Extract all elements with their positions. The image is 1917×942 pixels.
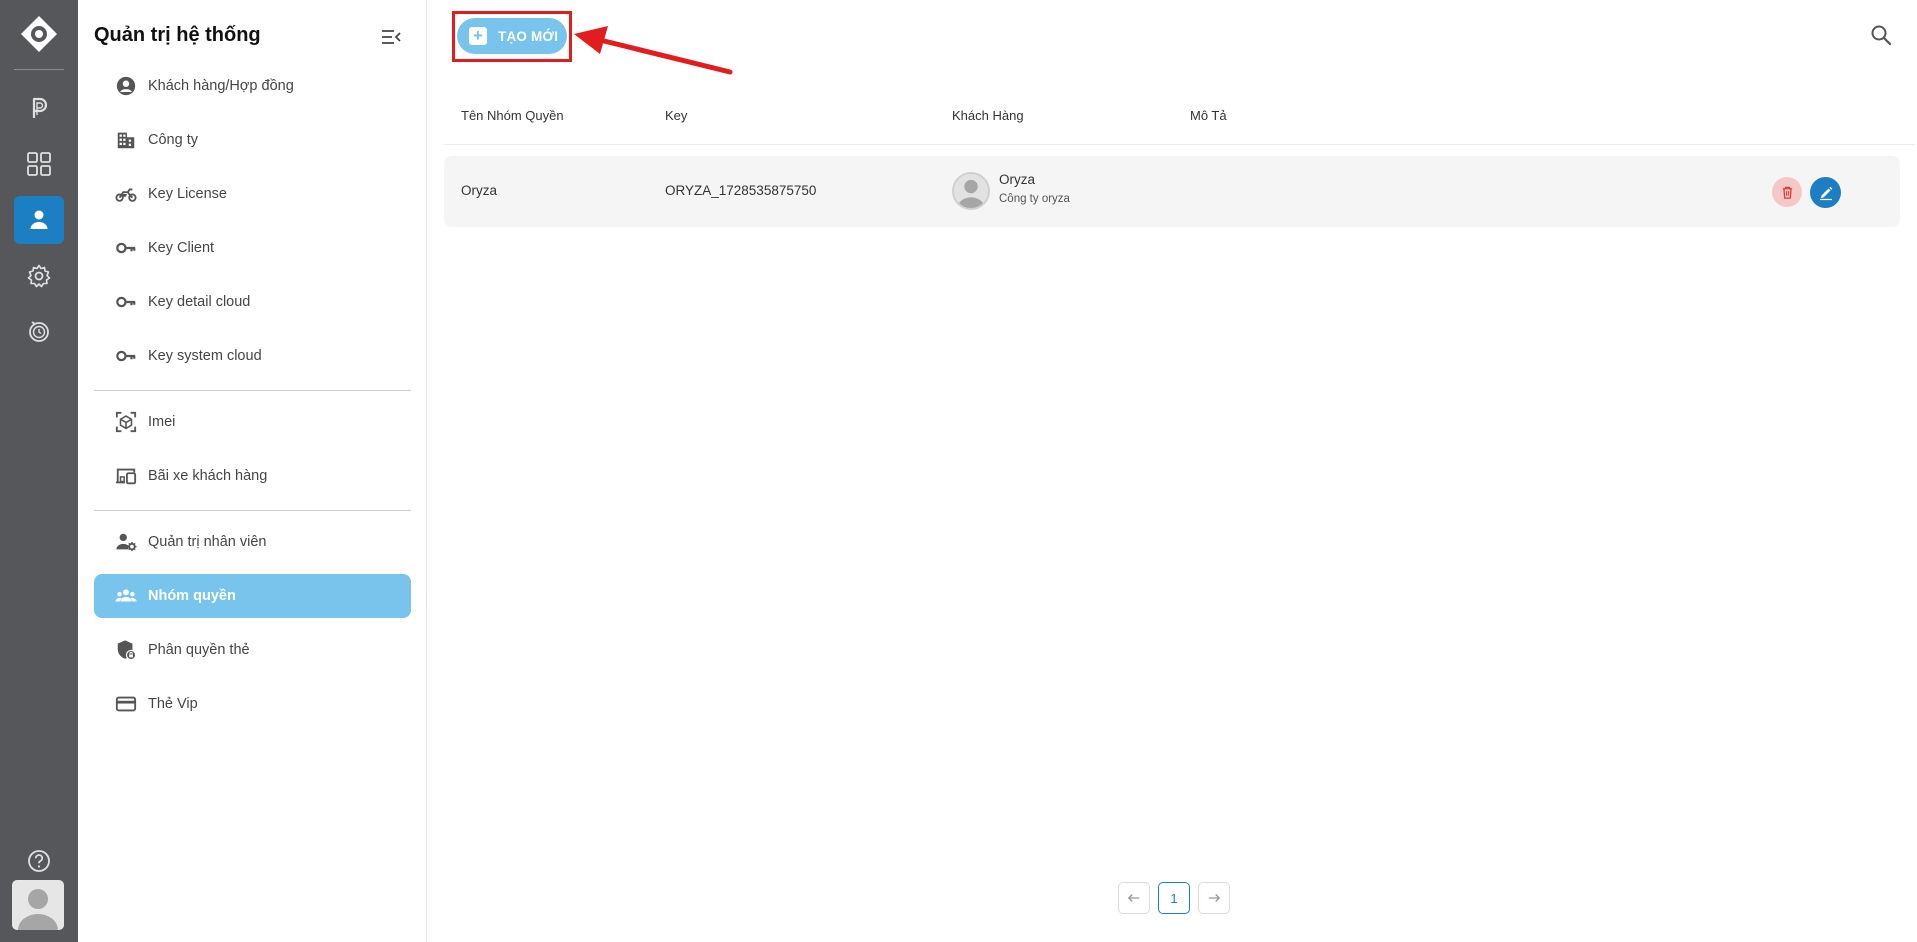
cell-group-name: Oryza <box>461 183 498 198</box>
collapse-menu-icon <box>382 30 401 44</box>
history-timer-icon <box>29 321 49 342</box>
trash-icon <box>1782 186 1792 199</box>
edit-button[interactable] <box>1810 177 1841 208</box>
avatar-placeholder-icon <box>957 179 985 208</box>
app-logo-icon[interactable] <box>19 14 59 54</box>
devices-icon <box>114 464 138 488</box>
rail-divider <box>14 69 64 70</box>
sidebar-item-label: Key Client <box>148 240 215 256</box>
sidebar-item-key-license[interactable]: Key License <box>94 172 411 216</box>
sidebar-item-key-detail-cloud[interactable]: Key detail cloud <box>94 280 411 324</box>
user-avatar[interactable] <box>12 880 64 930</box>
main-content: + TẠO MỚI Tên Nhóm Quyền Key Khách Hàng … <box>428 0 1917 942</box>
gear-icon <box>27 264 51 288</box>
sidebar-item-customer-parking[interactable]: Bãi xe khách hàng <box>94 454 411 498</box>
sidebar-item-label: Key system cloud <box>148 348 262 364</box>
sidebar-item-vip-card[interactable]: Thẻ Vip <box>94 682 411 726</box>
parking-icon <box>32 97 48 118</box>
sidebar-item-key-system-cloud[interactable]: Key system cloud <box>94 334 411 378</box>
sidebar-item-card-permissions[interactable]: Phân quyền thẻ <box>94 628 411 672</box>
sidebar-item-key-client[interactable]: Key Client <box>94 226 411 270</box>
building-icon <box>114 128 138 152</box>
sidebar-item-label: Bãi xe khách hàng <box>148 468 268 484</box>
sidebar-divider <box>94 510 411 511</box>
sidebar-item-label: Key License <box>148 186 227 202</box>
sidebar-item-imei[interactable]: Imei <box>94 400 411 444</box>
sidebar-item-label: Thẻ Vip <box>148 696 198 712</box>
pencil-icon <box>1819 186 1832 200</box>
account-circle-icon <box>114 74 138 98</box>
cell-key: ORYZA_1728535875750 <box>665 183 817 198</box>
cell-customer-name: Oryza <box>999 172 1036 187</box>
arrow-left-icon <box>1127 894 1140 902</box>
pagination: 1 <box>1118 882 1230 914</box>
sidebar-item-customers-contracts[interactable]: Khách hàng/Hợp đồng <box>94 64 411 108</box>
sidebar-item-company[interactable]: Công ty <box>94 118 411 162</box>
column-header-key[interactable]: Key <box>665 108 687 123</box>
sidebar-item-label: Phân quyền thẻ <box>148 642 250 658</box>
help-circle-icon <box>28 850 50 872</box>
cell-customer-company: Công ty oryza <box>999 193 1070 205</box>
rail-history-button[interactable] <box>14 307 64 355</box>
sidebar-title: Quản trị hệ thống <box>94 24 261 46</box>
key-icon <box>114 344 138 368</box>
sidebar-item-label: Khách hàng/Hợp đồng <box>148 78 294 94</box>
system-admin-sidebar: Quản trị hệ thống Khách hàng/Hợp đồng Cô… <box>78 0 427 942</box>
prev-page-button[interactable] <box>1118 882 1150 914</box>
sidebar-item-label: Quản trị nhân viên <box>148 534 267 550</box>
key-icon <box>114 290 138 314</box>
avatar-placeholder-icon <box>18 889 58 930</box>
user-settings-icon <box>114 530 138 554</box>
rail-parking-button[interactable] <box>14 84 64 132</box>
rail-user-button[interactable] <box>14 196 64 244</box>
sidebar-item-label: Nhóm quyền <box>148 588 236 604</box>
icon-rail <box>0 0 78 942</box>
delete-button[interactable] <box>1772 177 1802 207</box>
credit-card-icon <box>114 692 138 716</box>
group-icon <box>114 584 138 608</box>
column-header-description[interactable]: Mô Tả <box>1190 108 1227 123</box>
sidebar-item-permission-groups[interactable]: Nhóm quyền <box>94 574 411 618</box>
sidebar-item-staff-admin[interactable]: Quản trị nhân viên <box>94 520 411 564</box>
user-icon <box>30 210 48 229</box>
rail-settings-button[interactable] <box>14 252 64 300</box>
sidebar-divider <box>94 390 411 391</box>
customer-avatar <box>952 172 990 210</box>
scan-cube-icon <box>114 410 138 434</box>
sidebar-item-label: Key detail cloud <box>148 294 251 310</box>
search-button[interactable] <box>1869 23 1893 47</box>
page-button-current[interactable]: 1 <box>1158 882 1190 914</box>
rail-help-button[interactable] <box>14 842 64 880</box>
shield-lock-icon <box>114 638 138 662</box>
table-header-divider <box>444 144 1915 145</box>
rail-dashboard-button[interactable] <box>14 140 64 188</box>
sidebar-item-label: Công ty <box>148 132 198 148</box>
key-icon <box>114 236 138 260</box>
dashboard-grid-icon <box>27 152 51 176</box>
table-row[interactable]: Oryza ORYZA_1728535875750 Oryza Công ty … <box>444 156 1900 227</box>
search-icon <box>1871 25 1892 46</box>
sidebar-item-label: Imei <box>148 414 176 430</box>
annotation-highlight-box <box>452 11 572 62</box>
arrow-right-icon <box>1208 894 1221 902</box>
sidebar-collapse-button[interactable] <box>380 26 402 48</box>
annotation-arrow-icon <box>574 26 733 75</box>
next-page-button[interactable] <box>1198 882 1230 914</box>
column-header-group-name[interactable]: Tên Nhóm Quyền <box>461 108 564 123</box>
motorbike-icon <box>114 182 138 206</box>
column-header-customer[interactable]: Khách Hàng <box>952 108 1024 123</box>
